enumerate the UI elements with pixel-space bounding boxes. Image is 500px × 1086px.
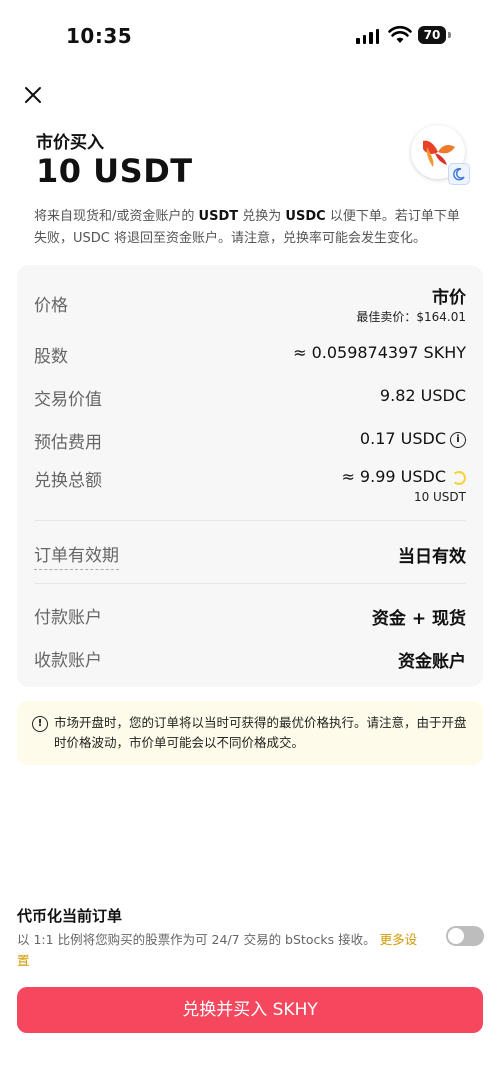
price-label: 价格 <box>34 296 68 316</box>
pay-account-value: 资金 + 现货 <box>371 609 466 629</box>
divider <box>34 583 466 584</box>
wifi-icon <box>388 25 412 48</box>
convert-total-row: ≈ 9.99 USDC <box>341 467 466 486</box>
tokenize-title: 代币化当前订单 <box>17 907 123 925</box>
battery-tip <box>448 32 451 38</box>
order-amount: 10 USDT <box>36 152 193 190</box>
price-value: 市价 <box>432 288 466 308</box>
alert-icon: ! <box>32 716 48 732</box>
info-icon[interactable]: i <box>450 431 466 448</box>
trade-value-label: 交易价值 <box>34 390 102 410</box>
divider <box>34 520 466 521</box>
convert-and-buy-button[interactable]: 兑换并买入 SKHY <box>17 987 483 1033</box>
cellular-signal-icon <box>356 28 379 44</box>
validity-label[interactable]: 订单有效期 <box>34 541 119 570</box>
receive-account-label: 收款账户 <box>34 651 102 671</box>
best-ask: 最佳卖价：$164.01 <box>356 310 466 324</box>
convert-total-sub: 10 USDT <box>413 490 466 504</box>
validity-value[interactable]: 当日有效 <box>398 542 466 567</box>
order-type-label: 市价买入 <box>36 133 104 153</box>
shares-label: 股数 <box>34 347 68 367</box>
moon-icon <box>448 163 470 185</box>
receive-account-value: 资金账户 <box>398 652 466 672</box>
close-icon[interactable] <box>22 84 44 106</box>
tokenize-description: 以 1:1 比例将您购买的股票作为可 24/7 交易的 bStocks 接收。 … <box>17 932 418 968</box>
fee-value: 0.17 USDC <box>359 429 446 448</box>
fee-label: 预估费用 <box>34 433 102 453</box>
toggle-knob <box>448 928 464 944</box>
trade-value: 9.82 USDC <box>379 386 466 405</box>
battery-icon: 70 <box>418 26 446 44</box>
conversion-description: 将来自现货和/或资金账户的 USDT 兑换为 USDC 以便下单。若订单下单失败… <box>34 209 460 246</box>
tokenize-toggle[interactable] <box>446 926 484 946</box>
pay-account-label: 付款账户 <box>34 608 102 628</box>
convert-total-value: ≈ 9.99 USDC <box>341 467 446 486</box>
notice-text: 市场开盘时，您的订单将以当时可获得的最优价格执行。请注意，由于开盘时价格波动，市… <box>54 715 467 750</box>
convert-total-label: 兑换总额 <box>34 471 102 491</box>
loading-spinner-icon <box>452 470 466 485</box>
shares-value: ≈ 0.059874397 SKHY <box>293 343 466 362</box>
status-time: 10:35 <box>66 24 133 48</box>
fee-value-row: 0.17 USDC i <box>360 429 466 448</box>
